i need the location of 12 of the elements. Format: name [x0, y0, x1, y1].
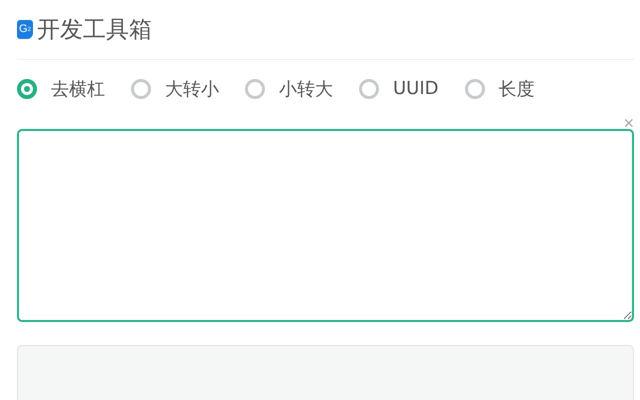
- mode-radio[interactable]: 大转小: [131, 76, 219, 100]
- radio-icon[interactable]: [464, 78, 485, 98]
- radio-icon[interactable]: [17, 78, 37, 98]
- input-field[interactable]: [17, 129, 634, 322]
- mode-radio[interactable]: 小转大: [245, 76, 333, 100]
- radio-icon[interactable]: [131, 78, 151, 98]
- radio-icon[interactable]: [245, 78, 265, 98]
- app-title: 开发工具箱: [37, 16, 152, 45]
- mode-radio[interactable]: UUID: [359, 78, 439, 99]
- mode-radio[interactable]: 去横杠: [17, 76, 105, 100]
- mode-radio[interactable]: 长度: [464, 76, 535, 100]
- radio-icon[interactable]: [359, 78, 379, 98]
